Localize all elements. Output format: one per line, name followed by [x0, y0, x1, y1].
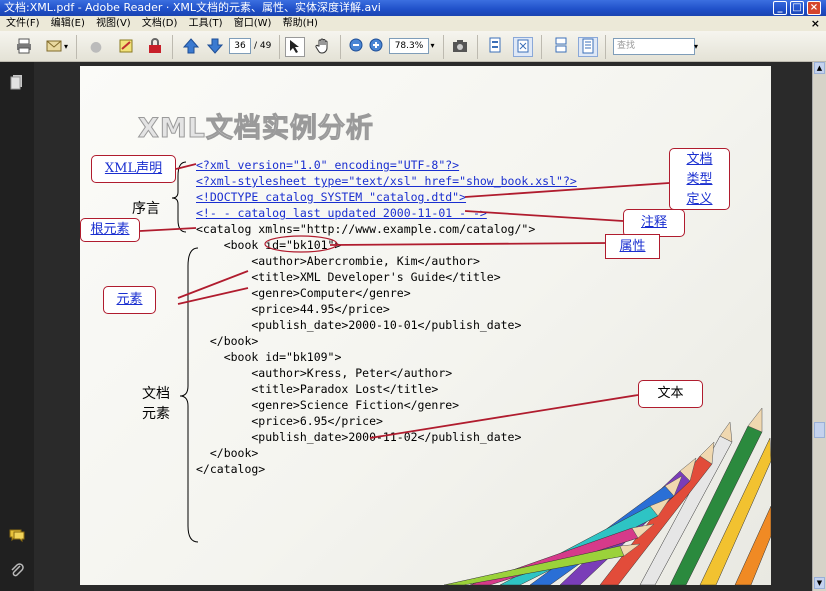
- doctype-callout: 文档 类型 定义: [669, 148, 730, 210]
- single-page-icon[interactable]: [551, 37, 571, 57]
- search-input[interactable]: 查找: [613, 38, 695, 55]
- text-callout: 文本: [638, 380, 703, 408]
- toolbar-separator: [443, 35, 444, 59]
- toolbar-separator: [279, 35, 280, 59]
- zoom-level-input[interactable]: 78.3%: [389, 38, 429, 54]
- pages-icon[interactable]: [9, 74, 25, 90]
- previous-page-icon[interactable]: [181, 37, 201, 57]
- toolbar-separator: [605, 35, 606, 59]
- search-dropdown-icon[interactable]: ▾: [694, 38, 703, 55]
- menu-file[interactable]: 文件(F): [6, 18, 40, 29]
- attribute-highlight: [264, 235, 338, 253]
- menu-tools[interactable]: 工具(T): [189, 18, 223, 29]
- print-icon[interactable]: [14, 37, 34, 57]
- menu-document[interactable]: 文档(D): [142, 18, 178, 29]
- page-total: / 49: [254, 41, 272, 51]
- toolbar-separator: [541, 35, 542, 59]
- scrollbar-thumb[interactable]: [814, 422, 825, 438]
- close-button[interactable]: ×: [807, 1, 821, 15]
- toolbar-separator: [340, 35, 341, 59]
- toolbar-separator: [172, 35, 173, 59]
- pdf-page: XML文档实例分析 <?xml version="1.0" encoding="…: [80, 66, 771, 585]
- comment-connector: [464, 210, 624, 222]
- sign-icon[interactable]: [116, 37, 136, 57]
- menu-window[interactable]: 窗口(W): [234, 18, 272, 29]
- doc-elements-label-line2: 元素: [142, 406, 170, 422]
- root-element-callout: 根元素: [80, 218, 140, 242]
- window-title: 文档:XML.pdf - Adobe Reader · XML文档的元素、属性、…: [4, 1, 381, 14]
- xml-declaration-callout: XML声明: [91, 155, 176, 183]
- comment-callout: 注释: [623, 209, 685, 237]
- doctype-callout-line1: 文档: [686, 152, 713, 167]
- email-icon[interactable]: [44, 37, 64, 57]
- element-callout: 元素: [103, 286, 156, 314]
- minimize-button[interactable]: _: [773, 1, 787, 15]
- attachments-icon[interactable]: [9, 562, 25, 578]
- comments-icon[interactable]: [9, 527, 25, 543]
- vertical-scrollbar[interactable]: ▲ ▼: [812, 62, 826, 591]
- select-tool-icon[interactable]: [285, 37, 305, 57]
- secure-icon[interactable]: [145, 37, 165, 57]
- next-page-icon[interactable]: [205, 37, 225, 57]
- doctype-callout-line2: 类型: [686, 172, 713, 187]
- doctype-callout-line3: 定义: [686, 192, 713, 207]
- hand-tool-icon[interactable]: [313, 37, 333, 57]
- toolbar-separator: [477, 35, 478, 59]
- snapshot-icon[interactable]: [450, 37, 470, 57]
- continuous-page-icon[interactable]: [578, 37, 598, 57]
- menu-edit[interactable]: 编辑(E): [51, 18, 85, 29]
- doc-elements-label-line1: 文档: [142, 386, 170, 402]
- fit-page-icon[interactable]: [513, 37, 533, 57]
- navigation-panel: [0, 62, 34, 591]
- menu-view[interactable]: 视图(V): [96, 18, 131, 29]
- page-number-input[interactable]: 36: [229, 38, 251, 54]
- email-dropdown-icon[interactable]: ▾: [62, 37, 70, 57]
- root-element-connector: [139, 227, 197, 232]
- maximize-button[interactable]: □: [790, 1, 804, 15]
- title-bar: 文档:XML.pdf - Adobe Reader · XML文档的元素、属性、…: [0, 0, 826, 16]
- menu-bar: 文件(F) 编辑(E) 视图(V) 文档(D) 工具(T) 窗口(W) 帮助(H…: [0, 16, 826, 31]
- doctype-connector: [464, 182, 670, 198]
- menu-help[interactable]: 帮助(H): [283, 18, 318, 29]
- zoom-dropdown-icon[interactable]: ▾: [428, 38, 437, 54]
- zoom-in-icon[interactable]: [366, 37, 386, 57]
- scroll-up-icon[interactable]: ▲: [814, 62, 825, 74]
- scroll-down-icon[interactable]: ▼: [814, 577, 825, 589]
- attribute-callout: 属性: [605, 234, 660, 259]
- annotation-lines: [139, 161, 670, 543]
- text-connector: [369, 394, 639, 439]
- toolbar-separator: [76, 35, 77, 59]
- attribute-connector: [329, 242, 609, 246]
- zoom-out-icon[interactable]: [346, 37, 366, 57]
- actual-size-icon[interactable]: [485, 37, 505, 57]
- document-close-button[interactable]: ×: [811, 16, 820, 31]
- collaborate-icon: ●: [89, 39, 103, 55]
- prolog-label: 序言: [132, 201, 160, 217]
